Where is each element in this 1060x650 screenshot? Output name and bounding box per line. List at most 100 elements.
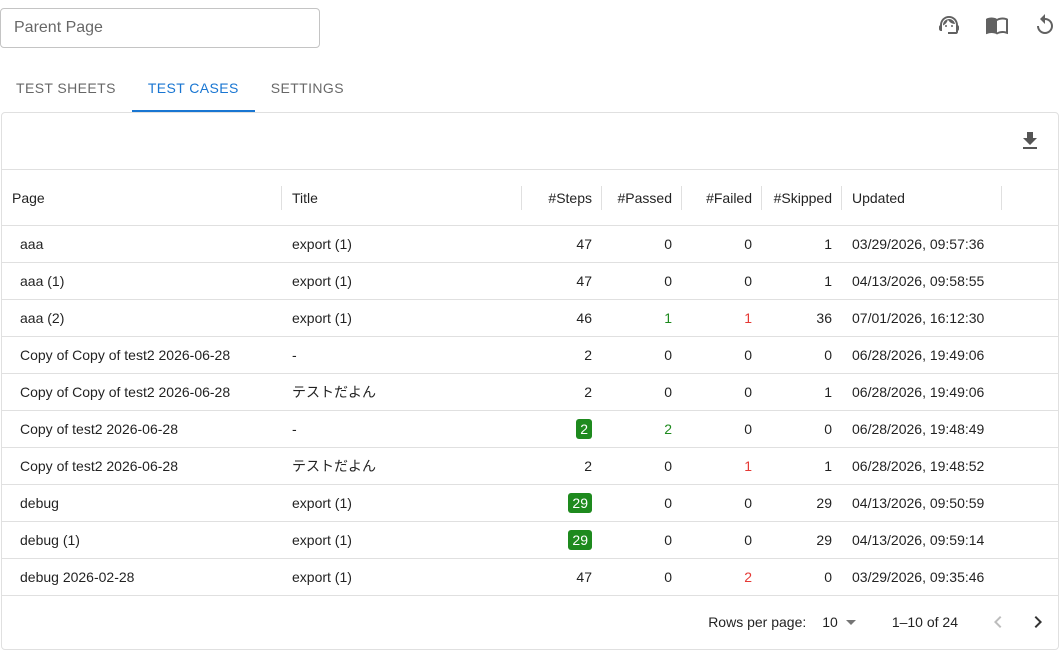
passed-value: 0	[664, 569, 672, 585]
cell-updated: 06/28/2026, 19:49:06	[852, 384, 985, 400]
cell-page: Copy of test2 2026-06-28	[20, 458, 178, 474]
cell-steps: 47	[522, 569, 602, 585]
tab-bar: TEST SHEETS TEST CASES SETTINGS	[0, 64, 360, 112]
table-row[interactable]: aaa (2) export (1) 46 1 1 36 07/01/2026,…	[2, 300, 1058, 337]
cell-passed: 2	[602, 421, 682, 437]
cell-updated: 03/29/2026, 09:57:36	[852, 236, 985, 252]
cell-steps: 2	[522, 384, 602, 400]
steps-value: 47	[576, 273, 592, 289]
cell-passed: 0	[602, 569, 682, 585]
cell-failed: 1	[682, 310, 762, 326]
cell-updated: 03/29/2026, 09:35:46	[852, 569, 985, 585]
passed-value: 0	[664, 458, 672, 474]
column-header-title[interactable]: Title	[282, 170, 522, 226]
cell-title: export (1)	[292, 236, 352, 252]
table-row[interactable]: aaa (1) export (1) 47 0 0 1 04/13/2026, …	[2, 263, 1058, 300]
cell-updated: 04/13/2026, 09:59:14	[852, 532, 985, 548]
cell-failed: 0	[682, 532, 762, 548]
pagination-range: 1–10 of 24	[891, 614, 958, 630]
cell-title: export (1)	[292, 310, 352, 326]
passed-value: 0	[664, 495, 672, 511]
support-agent-icon[interactable]	[934, 10, 964, 40]
cell-skipped: 1	[824, 236, 832, 252]
cell-steps: 29	[522, 493, 602, 513]
tab-test-cases[interactable]: TEST CASES	[131, 64, 255, 112]
column-header-steps[interactable]: #Steps	[522, 170, 602, 226]
cell-passed: 0	[602, 532, 682, 548]
steps-value: 47	[576, 236, 592, 252]
rows-per-page-value: 10	[822, 614, 838, 630]
cell-updated: 06/28/2026, 19:48:49	[852, 421, 985, 437]
cell-skipped: 1	[824, 458, 832, 474]
failed-value: 0	[744, 532, 752, 548]
cell-page: aaa	[20, 236, 44, 252]
chevron-right-icon	[1034, 616, 1042, 628]
failed-value: 0	[744, 495, 752, 511]
failed-value: 1	[744, 458, 752, 474]
column-header-passed[interactable]: #Passed	[602, 170, 682, 226]
cell-title: -	[292, 421, 297, 437]
cell-skipped: 1	[824, 384, 832, 400]
previous-page-button[interactable]	[978, 602, 1018, 642]
cell-steps: 47	[522, 273, 602, 289]
cell-skipped: 29	[816, 532, 832, 548]
failed-value: 0	[744, 236, 752, 252]
cell-title: export (1)	[292, 495, 352, 511]
cell-page: aaa (2)	[20, 310, 65, 326]
parent-page-input[interactable]	[0, 8, 320, 48]
tab-test-sheets[interactable]: TEST SHEETS	[0, 64, 132, 112]
cell-failed: 0	[682, 421, 762, 437]
column-header-label: Page	[12, 190, 45, 206]
failed-value: 0	[744, 384, 752, 400]
cell-skipped: 0	[824, 347, 832, 363]
cell-page: Copy of test2 2026-06-28	[20, 421, 178, 437]
table-header: Page Title #Steps #Passed #Failed #Skipp…	[2, 170, 1058, 226]
cell-title: テストだよん	[292, 458, 376, 474]
cell-steps: 29	[522, 530, 602, 550]
table-row[interactable]: Copy of test2 2026-06-28 - 2 2 0 0 06/28…	[2, 411, 1058, 448]
cell-passed: 1	[602, 310, 682, 326]
column-header-skipped[interactable]: #Skipped	[762, 170, 842, 226]
failed-value: 0	[744, 273, 752, 289]
rows-per-page-select[interactable]: 10	[822, 614, 856, 630]
cell-updated: 06/28/2026, 19:49:06	[852, 347, 985, 363]
column-header-label: Title	[292, 190, 318, 206]
table-row[interactable]: debug 2026-02-28 export (1) 47 0 2 0 03/…	[2, 559, 1058, 596]
cell-title: export (1)	[292, 273, 352, 289]
cell-passed: 0	[602, 236, 682, 252]
column-header-page[interactable]: Page	[2, 170, 282, 226]
failed-value: 2	[744, 569, 752, 585]
cell-page: Copy of Copy of test2 2026-06-28	[20, 384, 231, 400]
cell-failed: 0	[682, 384, 762, 400]
failed-value: 0	[744, 421, 752, 437]
passed-value: 0	[664, 347, 672, 363]
header-actions	[916, 10, 1060, 40]
cell-failed: 0	[682, 495, 762, 511]
steps-value: 46	[576, 310, 592, 326]
next-page-button[interactable]	[1018, 602, 1058, 642]
passed-value: 1	[664, 310, 672, 326]
steps-badge: 2	[576, 419, 592, 439]
table-row[interactable]: Copy of Copy of test2 2026-06-28 テストだよん …	[2, 374, 1058, 411]
cell-failed: 0	[682, 347, 762, 363]
cell-failed: 0	[682, 273, 762, 289]
table-row[interactable]: Copy of Copy of test2 2026-06-28 - 2 0 0…	[2, 337, 1058, 374]
table-row[interactable]: debug export (1) 29 0 0 29 04/13/2026, 0…	[2, 485, 1058, 522]
table-row[interactable]: Copy of test2 2026-06-28 テストだよん 2 0 1 1 …	[2, 448, 1058, 485]
passed-value: 0	[664, 273, 672, 289]
failed-value: 1	[744, 310, 752, 326]
cell-updated: 04/13/2026, 09:58:55	[852, 273, 985, 289]
cell-page: debug 2026-02-28	[20, 569, 135, 585]
download-icon[interactable]	[1018, 129, 1042, 153]
column-header-updated[interactable]: Updated	[842, 170, 1002, 226]
table-row[interactable]: debug (1) export (1) 29 0 0 29 04/13/202…	[2, 522, 1058, 559]
passed-value: 0	[664, 236, 672, 252]
column-header-failed[interactable]: #Failed	[682, 170, 762, 226]
cell-title: -	[292, 347, 297, 363]
table-body: aaa export (1) 47 0 0 1 03/29/2026, 09:5…	[2, 226, 1058, 596]
table-row[interactable]: aaa export (1) 47 0 0 1 03/29/2026, 09:5…	[2, 226, 1058, 263]
book-icon[interactable]	[982, 10, 1012, 40]
steps-value: 2	[584, 384, 592, 400]
refresh-icon[interactable]	[1030, 10, 1060, 40]
tab-settings[interactable]: SETTINGS	[255, 64, 360, 112]
